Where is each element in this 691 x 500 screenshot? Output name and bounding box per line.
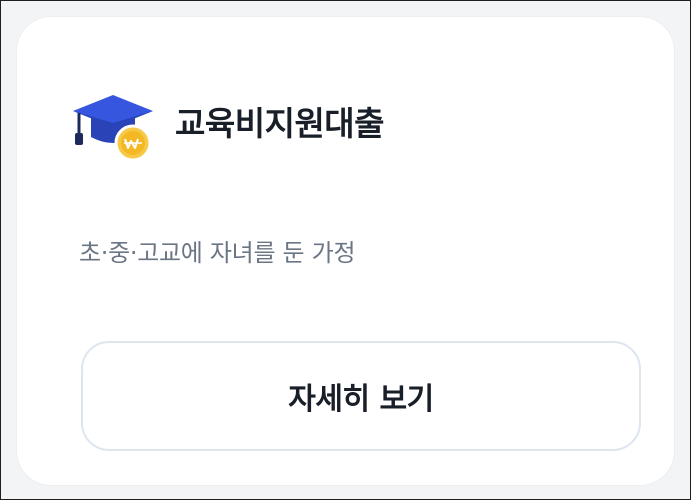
- window-frame: 교육비지원대출 초·중·고교에 자녀를 둔 가정 자세히 보기: [0, 0, 691, 500]
- graduation-cap-icon: [69, 81, 157, 165]
- card-subtitle: 초·중·고교에 자녀를 둔 가정: [79, 239, 356, 267]
- view-details-button[interactable]: 자세히 보기: [81, 341, 641, 451]
- loan-product-card: 교육비지원대출 초·중·고교에 자녀를 둔 가정 자세히 보기: [17, 17, 674, 485]
- card-header: 교육비지원대출: [69, 81, 385, 165]
- card-title: 교육비지원대출: [175, 103, 385, 143]
- view-details-button-label: 자세히 보기: [288, 382, 434, 417]
